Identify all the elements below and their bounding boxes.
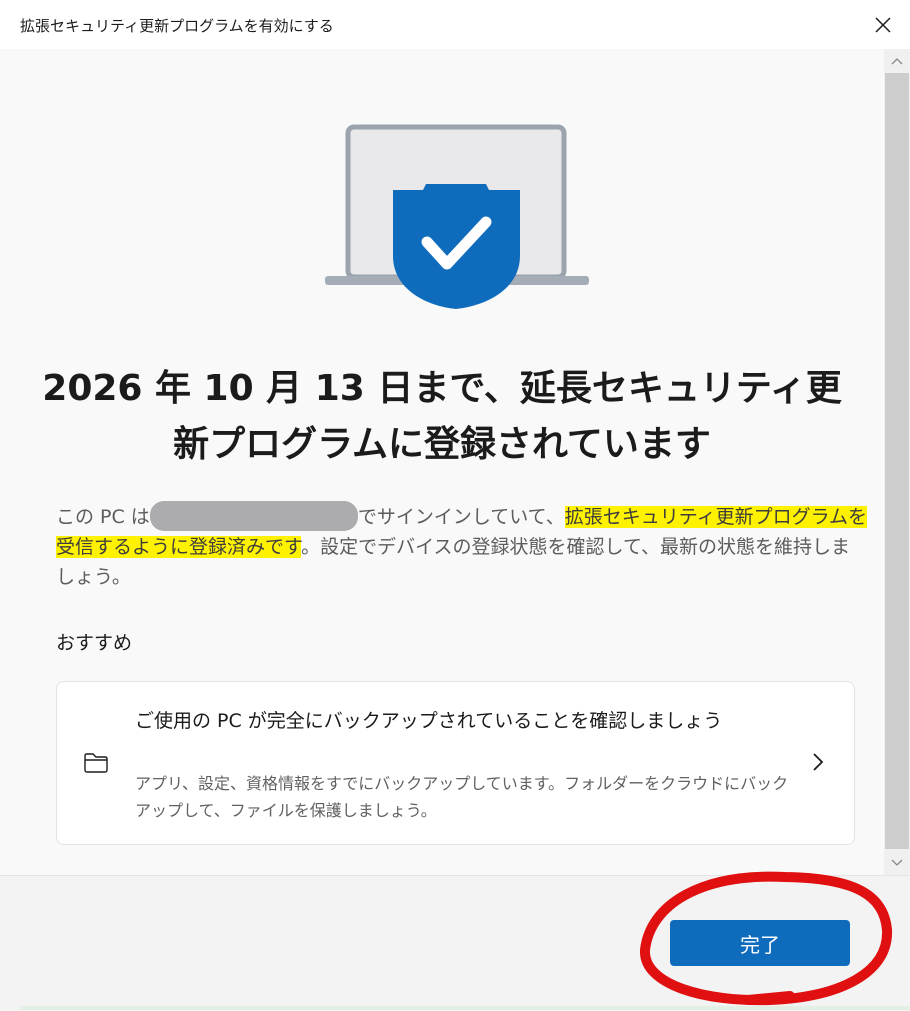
window-title: 拡張セキュリティ更新プログラムを有効にする [20, 17, 334, 35]
recommendations-heading: おすすめ [56, 632, 133, 654]
done-button[interactable]: 完了 [670, 920, 850, 966]
card-description: アプリ、設定、資格情報をすでにバックアップしています。フォルダーをクラウドにバッ… [135, 774, 789, 820]
chevron-up-icon [891, 58, 903, 65]
scrollbar-thumb[interactable] [885, 73, 909, 849]
description-text-2: でサインインしていて、 [357, 506, 565, 528]
scroll-down-button[interactable] [884, 851, 910, 875]
card-title: ご使用の PC が完全にバックアップされていることを確認しましょう [135, 710, 723, 732]
redacted-account [149, 501, 358, 531]
close-button[interactable] [866, 8, 900, 42]
scroll-up-button[interactable] [884, 49, 910, 73]
page-heading: 2026 年 10 月 13 日まで、延長セキュリティ更新プログラムに登録されて… [42, 368, 842, 465]
backup-recommendation-card[interactable]: ご使用の PC が完全にバックアップされていることを確認しましょう アプリ、設定… [56, 681, 855, 845]
close-icon [875, 17, 891, 33]
title-bar: 拡張セキュリティ更新プログラムを有効にする [0, 0, 910, 50]
description: この PC はでサインインしていて、拡張セキュリティ更新プログラムを受信するよう… [56, 501, 868, 592]
folder-icon [84, 753, 108, 773]
chevron-right-icon [813, 753, 824, 771]
bottom-edge [20, 1006, 910, 1010]
laptop-shield-illustration [325, 124, 589, 309]
dialog-content: 2026 年 10 月 13 日まで、延長セキュリティ更新プログラムに登録されて… [0, 49, 884, 875]
chevron-down-icon [891, 859, 903, 866]
vertical-scrollbar[interactable] [884, 49, 910, 875]
description-text-1: この PC は [56, 506, 150, 528]
